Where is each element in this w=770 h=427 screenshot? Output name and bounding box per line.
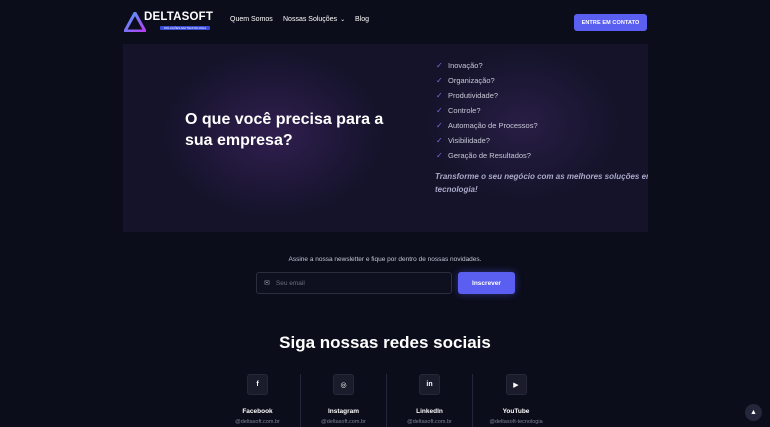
checklist-label: Automação de Processos? [448,121,538,130]
social-facebook[interactable]: f Facebook @deltasoft.com.br [215,374,301,427]
facebook-icon[interactable]: f [247,374,268,395]
newsletter-text: Assine a nossa newsletter e fique por de… [288,256,482,263]
list-item: ✓ Organização? [436,73,538,88]
social-name: Facebook [242,408,273,415]
check-icon: ✓ [436,121,443,130]
social-name: Instagram [327,408,360,415]
list-item: ✓ Controle? [436,103,538,118]
mail-icon: ✉ [264,280,270,287]
email-field[interactable] [275,279,436,287]
check-icon: ✓ [436,106,443,115]
checklist-label: Inovação? [448,61,483,70]
hero-tagline: Transforme o seu negócio com as melhores… [435,172,648,194]
site-header: DELTASOFT SOLUÇÕES EM TECNOLOGIA Quem So… [0,0,770,44]
checklist-label: Controle? [448,106,481,115]
hero-title: O que você precisa para a sua empresa? [185,111,384,149]
logo-subtext: SOLUÇÕES EM TECNOLOGIA [160,26,210,30]
list-item: ✓ Visibilidade? [436,133,538,148]
check-icon: ✓ [436,136,443,145]
check-icon: ✓ [436,76,443,85]
nav-nossas-solucoes[interactable]: Nossas Soluções ⌄ [283,16,345,23]
social-instagram[interactable]: ◎ Instagram @deltasoft.com.br [301,374,387,427]
list-item: ✓ Automação de Processos? [436,118,538,133]
logo[interactable]: DELTASOFT SOLUÇÕES EM TECNOLOGIA [124,11,214,33]
checklist: ✓ Inovação? ✓ Organização? ✓ Produtividade?… [436,58,538,163]
subscribe-button[interactable]: Inscrever [458,272,515,294]
logo-text: DELTASOFT [144,11,214,23]
list-item: ✓ Produtividade? [436,88,538,103]
nav-blog[interactable]: Blog [355,16,369,23]
social-handle: @deltasoft.com.br [235,419,280,425]
nav-quem-somos[interactable]: Quem Somos [230,16,273,23]
nav-nossas-solucoes-label: Nossas Soluções [283,16,338,23]
list-item: ✓ Geração de Resultados? [436,148,538,163]
list-item: ✓ Inovação? [436,58,538,73]
social-title: Siga nossas redes sociais [279,333,491,352]
checklist-label: Organização? [448,76,495,85]
hero-section: O que você precisa para a sua empresa? ✓… [123,44,648,232]
check-icon: ✓ [436,61,443,70]
social-handle: @deltasoft.com.br [407,419,452,425]
checklist-label: Produtividade? [448,91,499,100]
contact-button[interactable]: ENTRE EM CONTATO [574,14,647,31]
check-icon: ✓ [436,151,443,160]
checklist-label: Visibilidade? [448,136,490,145]
scroll-to-top-button[interactable]: ▲ [745,404,762,421]
linkedin-icon[interactable]: in [419,374,440,395]
email-field-wrapper: ✉ [256,272,452,294]
social-handle: @deltasoft.com.br [321,419,366,425]
delta-logo-icon [124,12,146,32]
check-icon: ✓ [436,91,443,100]
social-handle: @deltasoft-tecnologia [489,419,543,425]
chevron-up-icon: ▲ [750,409,757,416]
chevron-down-icon: ⌄ [340,17,346,23]
social-youtube[interactable]: ▶ YouTube @deltasoft-tecnologia [473,374,559,427]
social-name: LinkedIn [416,408,443,415]
instagram-icon[interactable]: ◎ [333,374,354,395]
social-name: YouTube [502,408,530,415]
checklist-label: Geração de Resultados? [448,151,531,160]
youtube-icon[interactable]: ▶ [505,374,527,395]
social-linkedin[interactable]: in LinkedIn @deltasoft.com.br [387,374,473,427]
